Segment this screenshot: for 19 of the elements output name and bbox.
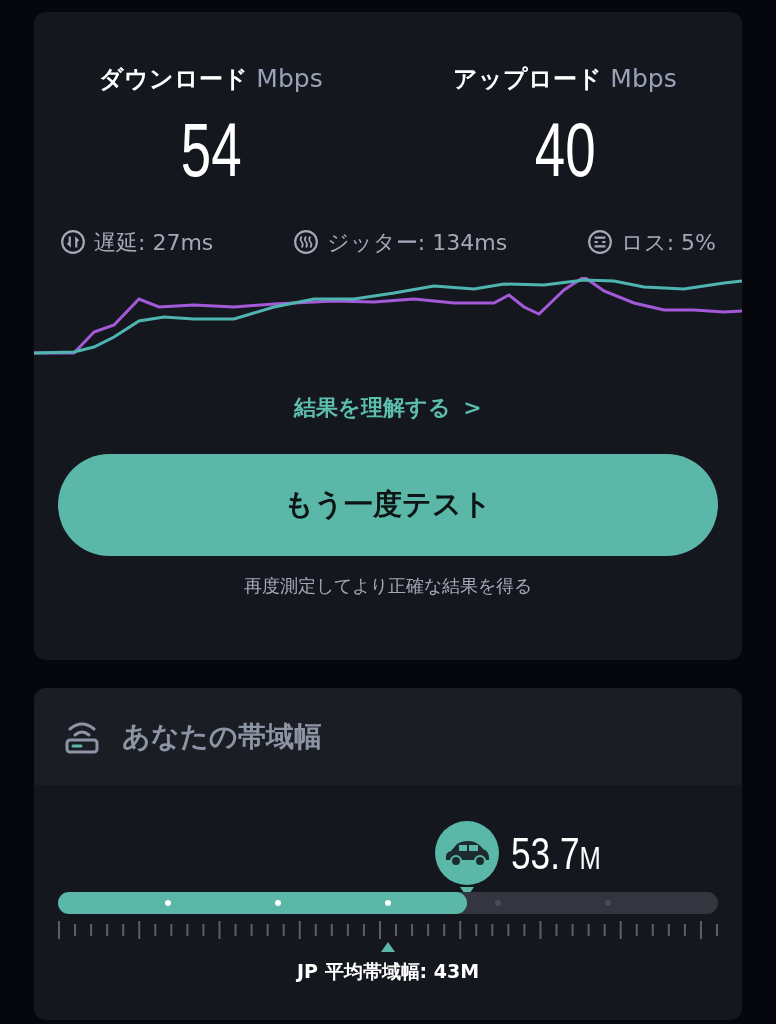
- wave-icon: [292, 229, 319, 255]
- retest-hint: 再度測定してより正確な結果を得る: [244, 573, 532, 598]
- download-label: ダウンロード: [99, 64, 249, 95]
- loss-icon: [586, 229, 613, 255]
- bandwidth-reading: 53.7M: [511, 828, 602, 880]
- download-value: 54: [180, 111, 242, 188]
- latency-icon: [60, 229, 86, 255]
- upload-label: アップロード: [453, 64, 603, 95]
- unit-label: Mbps: [610, 63, 677, 95]
- metric-text: 遅延: 27ms: [94, 228, 214, 257]
- metric-text: ジッター: 134ms: [326, 228, 508, 257]
- metric-text: ロス: 5%: [620, 228, 716, 257]
- understand-results-link[interactable]: 結果を理解する >: [294, 390, 482, 424]
- average-label: JP 平均帯域幅: 43M: [296, 959, 480, 984]
- car-icon: [443, 839, 492, 867]
- upload-value: 40: [534, 111, 596, 188]
- unit-label: Mbps: [256, 63, 323, 95]
- retest-button[interactable]: もう一度テスト: [58, 453, 718, 556]
- bandwidth-title: あなたの帯域幅: [122, 718, 322, 755]
